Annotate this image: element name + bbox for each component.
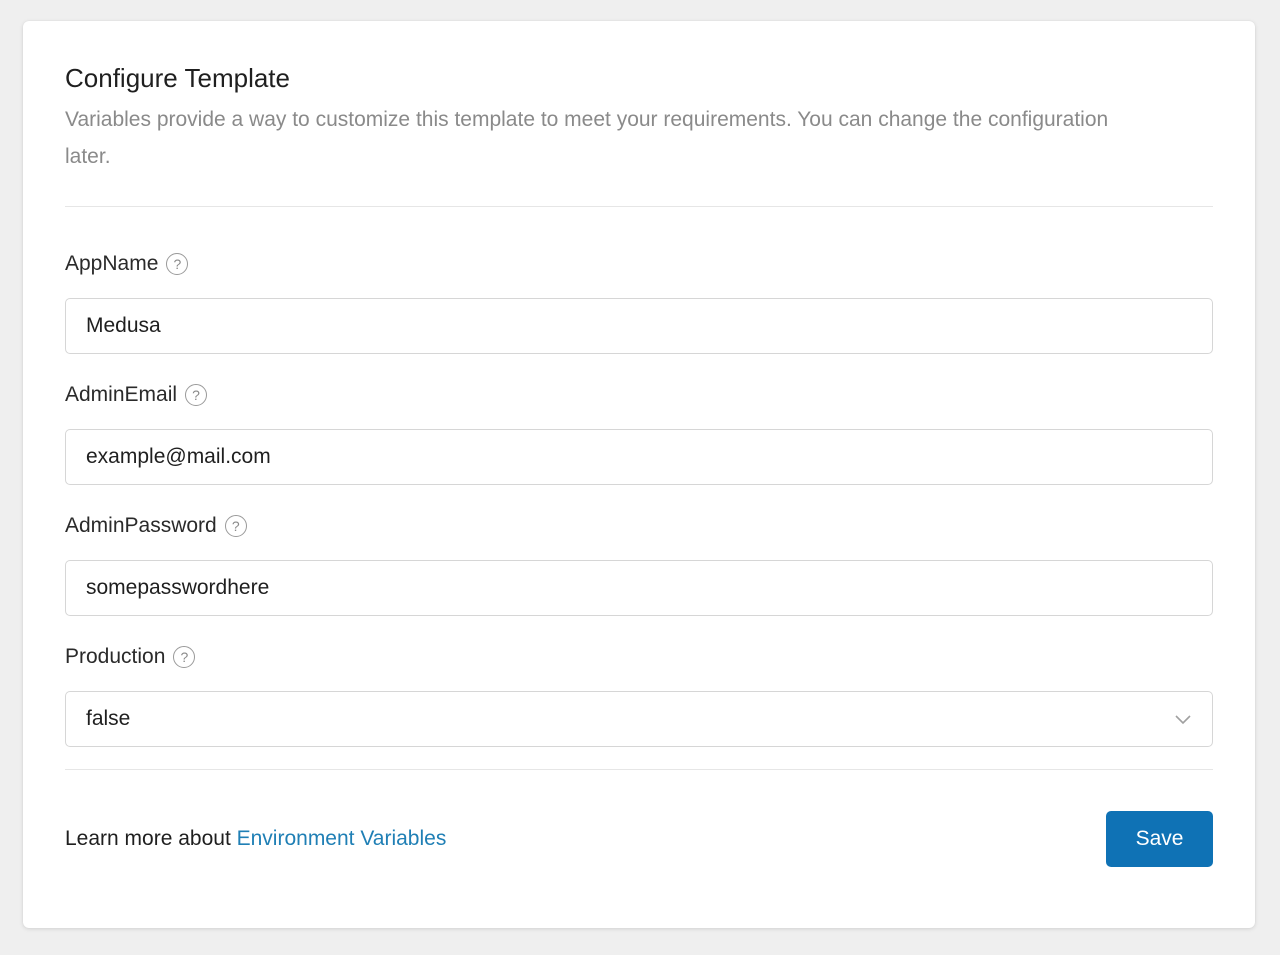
field-label-appname: AppName — [65, 252, 159, 275]
appname-input[interactable] — [86, 314, 1192, 338]
learn-more-prefix: Learn more about — [65, 827, 237, 850]
appname-input-container — [65, 298, 1213, 354]
field-label-row: AdminEmail ? — [65, 376, 1213, 414]
help-icon[interactable]: ? — [224, 515, 247, 537]
field-label-row: AdminPassword ? — [65, 507, 1213, 545]
footer: Learn more about Environment Variables S… — [65, 811, 1213, 867]
field-label-production: Production — [65, 645, 166, 668]
help-icon[interactable]: ? — [173, 646, 196, 668]
field-label-row: Production ? — [65, 638, 1213, 676]
field-label-adminpassword: AdminPassword — [65, 514, 217, 537]
field-adminemail: AdminEmail ? — [65, 376, 1213, 485]
configure-template-card: Configure Template Variables provide a w… — [23, 21, 1255, 928]
variables-form: AppName ? AdminEmail ? AdminPassword ? — [65, 245, 1213, 747]
production-select-value: false — [86, 707, 131, 730]
help-icon[interactable]: ? — [185, 384, 208, 406]
production-select[interactable]: false — [65, 691, 1213, 747]
adminemail-input-container — [65, 429, 1213, 485]
save-button[interactable]: Save — [1106, 811, 1213, 867]
page-description: Variables provide a way to customize thi… — [65, 108, 1109, 168]
adminpassword-input[interactable] — [86, 576, 1192, 600]
field-label-row: AppName ? — [65, 245, 1213, 283]
field-adminpassword: AdminPassword ? — [65, 507, 1213, 616]
divider-top — [65, 206, 1213, 207]
environment-variables-link[interactable]: Environment Variables — [237, 827, 447, 850]
field-appname: AppName ? — [65, 245, 1213, 354]
help-icon[interactable]: ? — [166, 253, 189, 275]
chevron-down-icon — [1174, 710, 1192, 728]
adminemail-input[interactable] — [86, 445, 1192, 469]
learn-more-text: Learn more about Environment Variables — [65, 827, 446, 851]
field-production: Production ? false — [65, 638, 1213, 747]
page-title: Configure Template — [65, 63, 290, 93]
field-label-adminemail: AdminEmail — [65, 383, 178, 406]
adminpassword-input-container — [65, 560, 1213, 616]
divider-bottom — [65, 769, 1213, 770]
